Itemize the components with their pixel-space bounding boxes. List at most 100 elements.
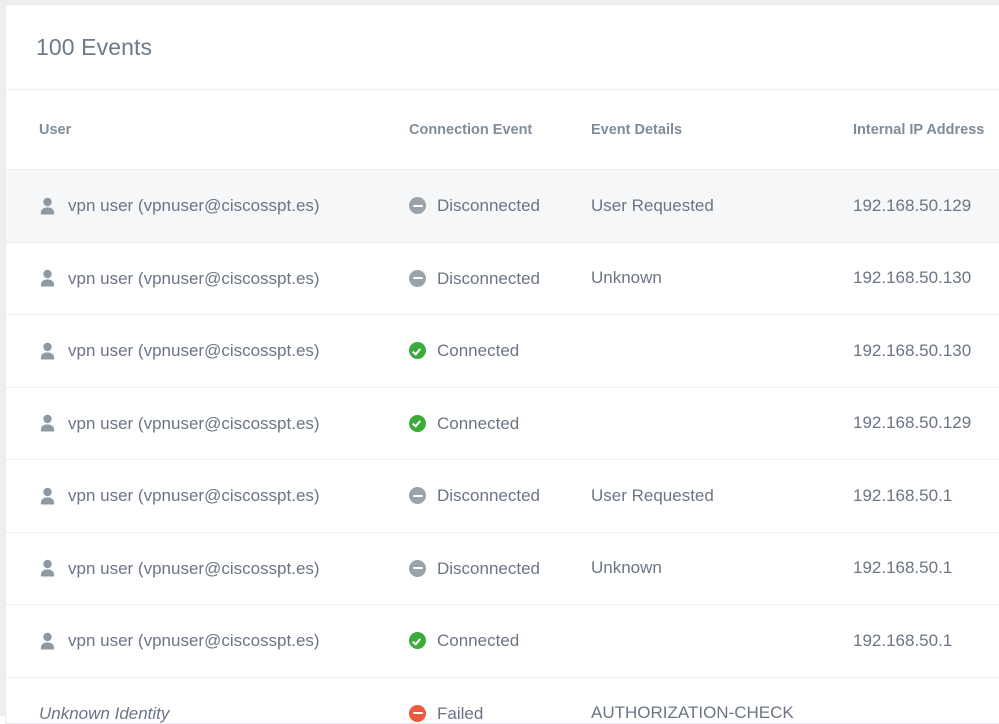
minus-circle-icon [409, 270, 426, 287]
user-cell: Unknown Identity [39, 705, 409, 722]
event-details-text: User Requested [591, 486, 714, 505]
cell-connection-event: Failed [409, 677, 591, 724]
table-row[interactable]: vpn user (vpnuser@ciscosspt.es) Disconnec… [6, 242, 999, 315]
cell-connection-event: Disconnected [409, 242, 591, 315]
user-name: vpn user (vpnuser@ciscosspt.es) [68, 487, 320, 504]
table-body: vpn user (vpnuser@ciscosspt.es) Disconnec… [6, 170, 999, 724]
column-header-user[interactable]: User [6, 90, 409, 170]
cell-event-details [591, 605, 853, 678]
cell-event-details: User Requested [591, 460, 853, 533]
internal-ip-text: 192.168.50.130 [853, 341, 971, 360]
cell-connection-event: Connected [409, 605, 591, 678]
cell-internal-ip: 192.168.50.1 [853, 460, 999, 533]
table-header-row: User Connection Event Event Details Inte… [6, 90, 999, 170]
cell-internal-ip: 192.168.50.1 [853, 605, 999, 678]
person-icon [39, 414, 56, 432]
status-badge: Connected [409, 632, 591, 649]
cell-user: vpn user (vpnuser@ciscosspt.es) [6, 460, 409, 533]
status-label: Disconnected [437, 487, 540, 504]
cell-user: vpn user (vpnuser@ciscosspt.es) [6, 532, 409, 605]
internal-ip-text: 192.168.50.129 [853, 196, 971, 215]
page-title: 100 Events [36, 34, 152, 61]
table-row[interactable]: vpn user (vpnuser@ciscosspt.es) Connected… [6, 315, 999, 388]
user-name: vpn user (vpnuser@ciscosspt.es) [68, 197, 320, 214]
internal-ip-text: 192.168.50.130 [853, 268, 971, 287]
panel-header: 100 Events [6, 5, 999, 90]
status-badge: Disconnected [409, 487, 591, 504]
status-label: Disconnected [437, 560, 540, 577]
person-icon [39, 487, 56, 505]
events-panel: 100 Events User Connection Event Event D… [5, 4, 999, 724]
check-circle-icon [409, 632, 426, 649]
minus-circle-icon [409, 487, 426, 504]
cell-user: vpn user (vpnuser@ciscosspt.es) [6, 387, 409, 460]
status-label: Disconnected [437, 270, 540, 287]
cell-connection-event: Disconnected [409, 460, 591, 533]
user-cell: vpn user (vpnuser@ciscosspt.es) [39, 414, 409, 432]
status-label: Connected [437, 415, 519, 432]
table-row[interactable]: vpn user (vpnuser@ciscosspt.es) Disconnec… [6, 460, 999, 533]
cell-user: vpn user (vpnuser@ciscosspt.es) [6, 170, 409, 243]
user-cell: vpn user (vpnuser@ciscosspt.es) [39, 632, 409, 650]
status-label: Connected [437, 342, 519, 359]
cell-internal-ip: 192.168.50.130 [853, 315, 999, 388]
user-cell: vpn user (vpnuser@ciscosspt.es) [39, 342, 409, 360]
event-details-text: Unknown [591, 268, 662, 287]
user-cell: vpn user (vpnuser@ciscosspt.es) [39, 487, 409, 505]
event-details-text: User Requested [591, 196, 714, 215]
table-row[interactable]: vpn user (vpnuser@ciscosspt.es) Disconnec… [6, 170, 999, 243]
status-badge: Connected [409, 342, 591, 359]
table-row[interactable]: vpn user (vpnuser@ciscosspt.es) Disconnec… [6, 532, 999, 605]
status-badge: Disconnected [409, 270, 591, 287]
user-name: vpn user (vpnuser@ciscosspt.es) [68, 560, 320, 577]
user-name: vpn user (vpnuser@ciscosspt.es) [68, 632, 320, 649]
cell-connection-event: Disconnected [409, 170, 591, 243]
cell-event-details: Unknown [591, 242, 853, 315]
person-icon [39, 559, 56, 577]
user-name: vpn user (vpnuser@ciscosspt.es) [68, 342, 320, 359]
minus-circle-icon [409, 560, 426, 577]
cell-internal-ip: 192.168.50.130 [853, 242, 999, 315]
page-root: 100 Events User Connection Event Event D… [0, 0, 999, 716]
status-badge: Disconnected [409, 560, 591, 577]
check-circle-icon [409, 415, 426, 432]
cell-internal-ip [853, 677, 999, 724]
cell-connection-event: Connected [409, 315, 591, 388]
check-circle-icon [409, 342, 426, 359]
table-row[interactable]: Unknown IdentityFailedAUTHORIZATION-CHEC… [6, 677, 999, 724]
cell-event-details: Unknown [591, 532, 853, 605]
cell-event-details: User Requested [591, 170, 853, 243]
minus-circle-icon [409, 705, 426, 722]
status-badge: Disconnected [409, 197, 591, 214]
internal-ip-text: 192.168.50.129 [853, 413, 971, 432]
table-row[interactable]: vpn user (vpnuser@ciscosspt.es) Connected… [6, 605, 999, 678]
column-header-internal-ip-address[interactable]: Internal IP Address [853, 90, 999, 170]
cell-user: Unknown Identity [6, 677, 409, 724]
status-label: Connected [437, 632, 519, 649]
cell-event-details [591, 315, 853, 388]
cell-user: vpn user (vpnuser@ciscosspt.es) [6, 242, 409, 315]
internal-ip-text: 192.168.50.1 [853, 558, 952, 577]
person-icon [39, 269, 56, 287]
internal-ip-text: 192.168.50.1 [853, 486, 952, 505]
minus-circle-icon [409, 197, 426, 214]
events-table: User Connection Event Event Details Inte… [6, 90, 999, 724]
cell-user: vpn user (vpnuser@ciscosspt.es) [6, 605, 409, 678]
person-icon [39, 632, 56, 650]
cell-internal-ip: 192.168.50.129 [853, 387, 999, 460]
person-icon [39, 197, 56, 215]
user-cell: vpn user (vpnuser@ciscosspt.es) [39, 559, 409, 577]
event-details-text: Unknown [591, 558, 662, 577]
cell-internal-ip: 192.168.50.1 [853, 532, 999, 605]
table-row[interactable]: vpn user (vpnuser@ciscosspt.es) Connected… [6, 387, 999, 460]
cell-internal-ip: 192.168.50.129 [853, 170, 999, 243]
status-badge: Connected [409, 415, 591, 432]
cell-connection-event: Connected [409, 387, 591, 460]
status-label: Disconnected [437, 197, 540, 214]
person-icon [39, 342, 56, 360]
column-header-event-details[interactable]: Event Details [591, 90, 853, 170]
cell-connection-event: Disconnected [409, 532, 591, 605]
event-details-text: AUTHORIZATION-CHECK [591, 703, 794, 722]
user-name: vpn user (vpnuser@ciscosspt.es) [68, 270, 320, 287]
column-header-connection-event[interactable]: Connection Event [409, 90, 591, 170]
